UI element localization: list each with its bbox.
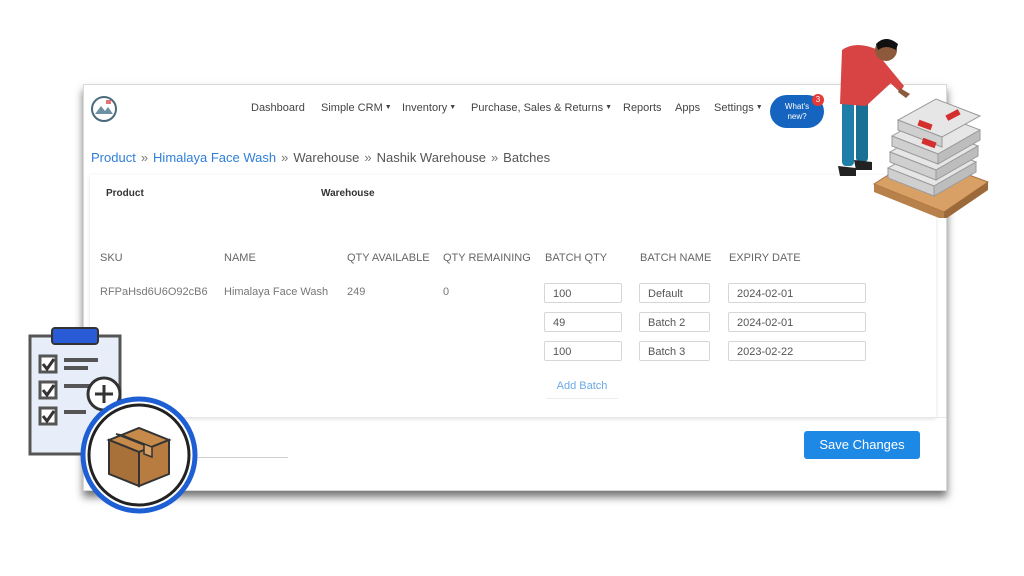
nav-apps[interactable]: Apps: [675, 102, 700, 114]
batch-qty-input[interactable]: 49: [544, 312, 622, 332]
batch-qty-input[interactable]: 100: [544, 341, 622, 361]
breadcrumb-separator: »: [364, 150, 372, 165]
breadcrumb-warehouse: Warehouse: [293, 150, 360, 165]
header-sku: SKU: [100, 252, 123, 264]
batch-name-input[interactable]: Batch 3: [639, 341, 710, 361]
worker-with-sacks-illustration: [838, 39, 990, 218]
caret-down-icon: ▼: [449, 104, 457, 111]
product-section-label: Product: [106, 188, 144, 199]
header-name: NAME: [224, 252, 256, 264]
expiry-date-input[interactable]: 2023-02-22: [728, 341, 866, 361]
breadcrumb-separator: »: [490, 150, 499, 165]
nav-simple-crm[interactable]: Simple CRM ▼: [321, 102, 392, 114]
cell-qty-available: 249: [347, 286, 366, 298]
footer-divider: [84, 417, 946, 418]
nav-dashboard[interactable]: Dashboard: [251, 102, 305, 114]
batch-qty-input[interactable]: 100: [544, 283, 622, 303]
logo-icon[interactable]: [90, 95, 118, 123]
caret-down-icon: ▼: [755, 104, 763, 111]
header-batch-name: BATCH NAME: [640, 252, 712, 264]
caret-down-icon: ▼: [384, 104, 392, 111]
nav-reports[interactable]: Reports: [623, 102, 662, 114]
breadcrumb: Product » Himalaya Face Wash » Warehouse » Nas…: [91, 150, 550, 165]
breadcrumb-warehouse-name: Nashik Warehouse: [376, 150, 486, 165]
header-qty-remaining: QTY REMAINING: [443, 252, 531, 264]
caret-down-icon: ▼: [605, 104, 613, 111]
cell-name: Himalaya Face Wash: [224, 286, 329, 298]
nav-inventory[interactable]: Inventory ▼: [402, 102, 456, 114]
expiry-date-input[interactable]: 2024-02-01: [728, 283, 866, 303]
breadcrumb-product-name[interactable]: Himalaya Face Wash: [153, 150, 276, 165]
cell-sku: RFPaHsd6U6O92cB6: [100, 286, 208, 298]
notification-badge: 3: [812, 94, 824, 106]
expiry-date-input[interactable]: 2024-02-01: [728, 312, 866, 332]
header-batch-qty: BATCH QTY: [545, 252, 608, 264]
batch-name-input[interactable]: Batch 2: [639, 312, 710, 332]
nav-settings[interactable]: Settings ▼: [714, 102, 763, 114]
save-changes-button[interactable]: Save Changes: [804, 431, 920, 459]
nav-purchase-sales-returns[interactable]: Purchase, Sales & Returns ▼: [471, 102, 612, 114]
breadcrumb-separator: »: [140, 150, 149, 165]
breadcrumb-batches: Batches: [503, 150, 551, 165]
breadcrumb-product[interactable]: Product: [91, 150, 136, 165]
header-expiry-date: EXPIRY DATE: [729, 252, 801, 264]
header-qty-available: QTY AVAILABLE: [347, 252, 430, 264]
box-icon: [80, 396, 198, 514]
breadcrumb-separator: »: [281, 150, 289, 165]
add-batch-button[interactable]: Add Batch: [546, 376, 618, 399]
cell-qty-remaining: 0: [443, 286, 450, 298]
batch-name-input[interactable]: Default: [639, 283, 710, 303]
warehouse-section-label: Warehouse: [321, 188, 375, 199]
top-navigation: Dashboard Simple CRM ▼ Inventory ▼ Purchas…: [84, 85, 946, 137]
app-window: Dashboard Simple CRM ▼ Inventory ▼ Purchas…: [83, 84, 947, 491]
